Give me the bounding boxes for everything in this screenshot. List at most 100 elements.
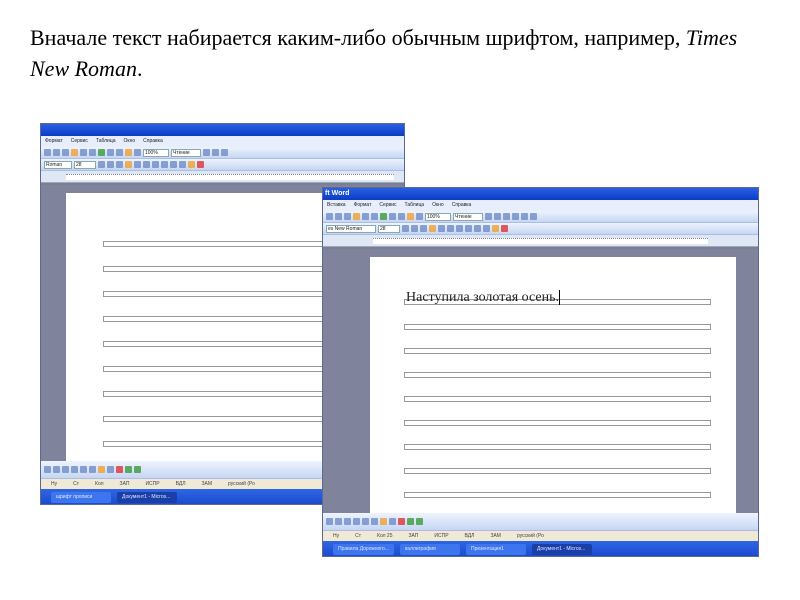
- hyperlink-icon[interactable]: [98, 149, 105, 156]
- hyperlink-icon[interactable]: [380, 213, 387, 220]
- bold-icon[interactable]: [98, 161, 105, 168]
- cut-icon[interactable]: [344, 213, 351, 220]
- toolbar-icon[interactable]: [530, 213, 537, 220]
- align-right-icon[interactable]: [447, 225, 454, 232]
- font-name-select[interactable]: es New Roman: [326, 224, 376, 233]
- menu-item[interactable]: Формат: [45, 138, 63, 144]
- align-center-icon[interactable]: [438, 225, 445, 232]
- menu-item[interactable]: Формат: [354, 202, 372, 208]
- italic-icon[interactable]: [411, 225, 418, 232]
- menu-item[interactable]: Окно: [124, 138, 136, 144]
- numbering-icon[interactable]: [465, 225, 472, 232]
- zoom-select[interactable]: 100%: [425, 212, 451, 221]
- underline-icon[interactable]: [420, 225, 427, 232]
- document-page[interactable]: Наступила золотая осень.: [370, 257, 736, 517]
- wordart-icon[interactable]: [89, 466, 96, 473]
- 3d-icon[interactable]: [416, 518, 423, 525]
- shadow-icon[interactable]: [125, 466, 132, 473]
- align-left-icon[interactable]: [125, 161, 132, 168]
- highlight-icon[interactable]: [492, 225, 499, 232]
- line-icon[interactable]: [326, 518, 333, 525]
- taskbar-item[interactable]: Документ1 - Micros...: [117, 492, 177, 503]
- highlight-icon[interactable]: [188, 161, 195, 168]
- oval-icon[interactable]: [353, 518, 360, 525]
- underline-icon[interactable]: [116, 161, 123, 168]
- oval-icon[interactable]: [71, 466, 78, 473]
- taskbar-item[interactable]: Правила Дорожного...: [333, 544, 394, 555]
- paste-icon[interactable]: [353, 213, 360, 220]
- cut-icon[interactable]: [62, 149, 69, 156]
- fill-color-icon[interactable]: [98, 466, 105, 473]
- pilcrow-icon[interactable]: [416, 213, 423, 220]
- wordart-icon[interactable]: [371, 518, 378, 525]
- taskbar-item[interactable]: каллиграфия: [399, 544, 460, 555]
- menu-item[interactable]: Справка: [143, 138, 163, 144]
- ruler[interactable]: [323, 235, 758, 247]
- menu-item[interactable]: Сервис: [379, 202, 396, 208]
- spelling-icon[interactable]: [335, 213, 342, 220]
- title-bar[interactable]: ft Word: [323, 188, 758, 200]
- taskbar-item[interactable]: Документ1 - Micros...: [531, 544, 592, 555]
- numbering-icon[interactable]: [161, 161, 168, 168]
- pilcrow-icon[interactable]: [134, 149, 141, 156]
- font-color-icon[interactable]: [116, 466, 123, 473]
- document-page[interactable]: [66, 193, 336, 463]
- rectangle-icon[interactable]: [62, 466, 69, 473]
- justify-icon[interactable]: [456, 225, 463, 232]
- taskbar-item[interactable]: шрифт прописи: [51, 492, 111, 503]
- menu-item[interactable]: Таблица: [404, 202, 424, 208]
- toolbar-icon[interactable]: [503, 213, 510, 220]
- zoom-select[interactable]: 100%: [143, 148, 169, 157]
- font-size-select[interactable]: 28: [378, 224, 400, 233]
- font-name-select[interactable]: Roman: [44, 160, 72, 169]
- menu-item[interactable]: Сервис: [71, 138, 88, 144]
- toolbar-icon[interactable]: [521, 213, 528, 220]
- toolbar-icon[interactable]: [203, 149, 210, 156]
- drawing-icon[interactable]: [407, 213, 414, 220]
- font-color-icon[interactable]: [398, 518, 405, 525]
- line-color-icon[interactable]: [389, 518, 396, 525]
- rectangle-icon[interactable]: [344, 518, 351, 525]
- ruler[interactable]: [41, 171, 404, 183]
- toolbar-icon[interactable]: [512, 213, 519, 220]
- font-size-select[interactable]: 28: [74, 160, 96, 169]
- toolbar-icon[interactable]: [494, 213, 501, 220]
- menu-item[interactable]: Справка: [452, 202, 472, 208]
- read-button[interactable]: Чтение: [453, 212, 483, 221]
- redo-icon[interactable]: [371, 213, 378, 220]
- bullets-icon[interactable]: [170, 161, 177, 168]
- menu-item[interactable]: Таблица: [96, 138, 116, 144]
- fill-color-icon[interactable]: [380, 518, 387, 525]
- table-icon[interactable]: [389, 213, 396, 220]
- drawing-icon[interactable]: [125, 149, 132, 156]
- document-text[interactable]: Наступила золотая осень.: [406, 290, 560, 306]
- border-icon[interactable]: [483, 225, 490, 232]
- textbox-icon[interactable]: [362, 518, 369, 525]
- toolbar-icon[interactable]: [212, 149, 219, 156]
- line-color-icon[interactable]: [107, 466, 114, 473]
- 3d-icon[interactable]: [134, 466, 141, 473]
- paste-icon[interactable]: [71, 149, 78, 156]
- undo-icon[interactable]: [80, 149, 87, 156]
- table-icon[interactable]: [107, 149, 114, 156]
- menu-item[interactable]: Окно: [432, 202, 444, 208]
- title-bar[interactable]: [41, 124, 404, 136]
- print-preview-icon[interactable]: [44, 149, 51, 156]
- redo-icon[interactable]: [89, 149, 96, 156]
- read-button[interactable]: Чтение: [171, 148, 201, 157]
- spelling-icon[interactable]: [53, 149, 60, 156]
- bullets-icon[interactable]: [474, 225, 481, 232]
- font-color-icon[interactable]: [501, 225, 508, 232]
- textbox-icon[interactable]: [80, 466, 87, 473]
- print-preview-icon[interactable]: [326, 213, 333, 220]
- align-right-icon[interactable]: [143, 161, 150, 168]
- align-center-icon[interactable]: [134, 161, 141, 168]
- align-left-icon[interactable]: [429, 225, 436, 232]
- columns-icon[interactable]: [398, 213, 405, 220]
- arrow-icon[interactable]: [335, 518, 342, 525]
- italic-icon[interactable]: [107, 161, 114, 168]
- menu-item[interactable]: Вставка: [327, 202, 346, 208]
- border-icon[interactable]: [179, 161, 186, 168]
- shadow-icon[interactable]: [407, 518, 414, 525]
- undo-icon[interactable]: [362, 213, 369, 220]
